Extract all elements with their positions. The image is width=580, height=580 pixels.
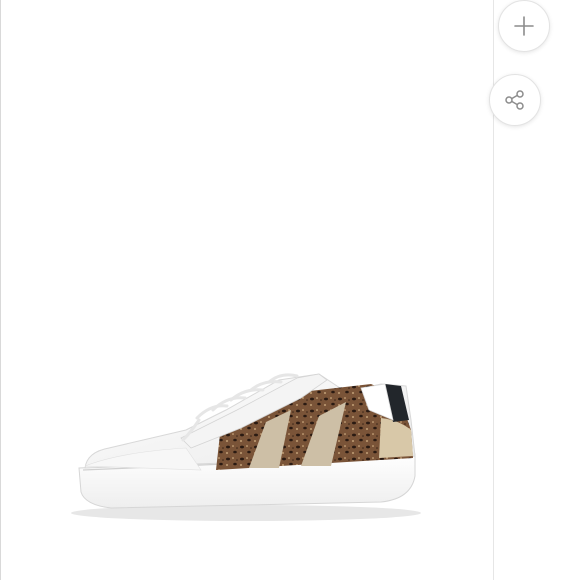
add-button[interactable] [498,0,550,52]
share-icon [505,90,524,110]
product-image[interactable] [1,0,493,580]
sneaker-illustration [71,373,421,521]
plus-icon [514,16,534,36]
share-button[interactable] [489,74,541,126]
